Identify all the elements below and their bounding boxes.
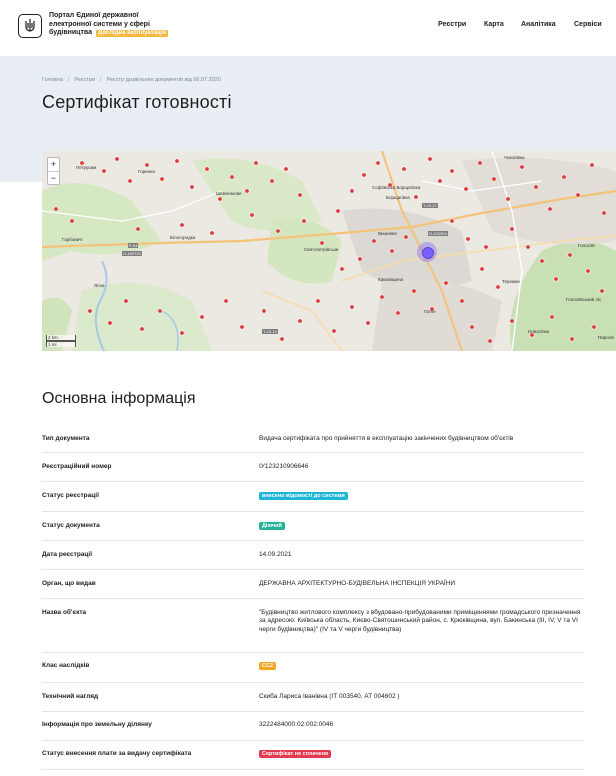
- map-label: Новосілки: [528, 329, 549, 334]
- nav-registries[interactable]: Реєстри: [438, 21, 466, 28]
- row-key: Статус реєстрації: [42, 492, 99, 499]
- row-key: Клас наслідків: [42, 662, 90, 669]
- row-value: Сертифікат не сплачено: [259, 750, 584, 758]
- scale-mi: 1 mi: [46, 341, 76, 347]
- breadcrumb-registries[interactable]: Реєстри: [74, 77, 95, 83]
- table-row: Інформація про земельну ділянку 32224840…: [42, 712, 584, 741]
- row-value: "Будівництво житлового комплексу з вбудо…: [259, 609, 581, 633]
- road-label: Т-10-27: [422, 203, 439, 208]
- map-label: Білогородка: [170, 235, 196, 240]
- row-key: Орган, що видав: [42, 580, 96, 587]
- map-label: Теремки: [502, 279, 520, 284]
- row-value: внесено відомості до системи: [259, 492, 584, 500]
- breadcrumb-home[interactable]: Головна: [42, 77, 63, 83]
- map-label: Вишневе: [378, 231, 397, 236]
- map-label: Чоколівка: [504, 155, 525, 160]
- row-value: Діючий: [259, 522, 584, 530]
- table-row: Технічний нагляд Скиба Лариса Іванівна (…: [42, 683, 584, 712]
- table-row: Статус внесення плати за видачу сертифік…: [42, 741, 584, 770]
- row-key: Дата реєстрації: [42, 551, 93, 558]
- consequence-class-badge: СС2: [259, 662, 277, 670]
- page-title: Сертифікат готовності: [42, 92, 232, 112]
- nav-analytics[interactable]: Аналітика: [521, 21, 556, 28]
- row-value: Видача сертифіката про прийняття в експл…: [259, 435, 514, 442]
- map-label: Горенка: [138, 169, 155, 174]
- map-label: Ясна: [94, 283, 105, 288]
- table-row: Орган, що видав ДЕРЖАВНА АРХІТЕКТУРНО-БУ…: [42, 570, 584, 599]
- table-row: Статус документа Діючий: [42, 512, 584, 541]
- zoom-control: + −: [47, 157, 60, 185]
- map-label: Софіївська Борщагівка: [372, 185, 421, 190]
- map-label: Голосіїв: [578, 243, 595, 248]
- row-value: ІУ123210906646: [259, 463, 309, 470]
- registration-status-badge: внесено відомості до системи: [259, 492, 348, 500]
- map-scale: 2 km 1 mi: [46, 335, 76, 347]
- payment-status-badge: Сертифікат не сплачено: [259, 750, 332, 758]
- table-row: Назва об'єкта "Будівництво житлового ком…: [42, 599, 584, 653]
- row-key: Реєстраційний номер: [42, 463, 112, 470]
- selected-object-marker[interactable]: [417, 242, 437, 262]
- table-row: Клас наслідків СС2: [42, 653, 584, 683]
- table-row: Реєстраційний номер ІУ123210906646: [42, 453, 584, 482]
- zoom-out-button[interactable]: −: [48, 171, 59, 184]
- row-key: Статус документа: [42, 522, 100, 529]
- map-label: Пирогів: [598, 335, 614, 340]
- top-header: Портал Єдиної державної електронної сист…: [0, 0, 616, 56]
- nav-map[interactable]: Карта: [484, 21, 504, 28]
- map-label: Крюківщина: [378, 277, 404, 282]
- road-label: Р-04: [128, 243, 139, 248]
- map-view[interactable]: Петрушки Горенка Шевченкове Білогородка …: [42, 151, 616, 351]
- info-table: Тип документа Видача сертифіката про при…: [42, 424, 584, 770]
- breadcrumb: Головна | Реєстри | Реєстр дозвільних до…: [42, 77, 221, 83]
- map-label: Святопетрівське: [304, 247, 339, 252]
- breadcrumb-current[interactable]: Реєстр дозвільних документів від 06.07.2…: [106, 77, 220, 83]
- table-row: Дата реєстрації 14.09.2021: [42, 541, 584, 570]
- nav-services[interactable]: Сервіси: [574, 21, 602, 28]
- table-row: Тип документа Видача сертифіката про при…: [42, 424, 584, 453]
- map-label: Голосіївський ліс: [566, 297, 602, 302]
- section-title: Основна інформація: [42, 390, 196, 407]
- row-value: СС2: [259, 662, 584, 670]
- beta-badge: Дослідна експлуатація: [95, 30, 168, 38]
- map-label: Гатне: [424, 309, 436, 314]
- breadcrumb-separator: |: [67, 77, 70, 83]
- portal-title[interactable]: Портал Єдиної державної електронної сист…: [49, 12, 169, 38]
- map-label: Шевченкове: [216, 191, 242, 196]
- trident-icon: [25, 19, 35, 32]
- road-label: О-100720: [122, 251, 142, 256]
- breadcrumb-separator: |: [100, 77, 102, 83]
- row-value: 3222484000:02:002:0046: [259, 721, 334, 728]
- map-label: Горбовичі: [62, 237, 83, 242]
- road-label: Т-10-12: [262, 329, 279, 334]
- table-row: Статус реєстрації внесено відомості до с…: [42, 482, 584, 512]
- map-label: Борщагівка: [386, 195, 410, 200]
- document-status-badge: Діючий: [259, 522, 285, 530]
- row-key: Тип документа: [42, 435, 90, 442]
- map-label: Петрушки: [76, 165, 97, 170]
- row-key: Технічний нагляд: [42, 693, 99, 700]
- trident-logo-icon[interactable]: [18, 14, 42, 38]
- row-key: Інформація про земельну ділянку: [42, 721, 152, 728]
- row-key: Назва об'єкта: [42, 609, 87, 616]
- row-value: Скиба Лариса Іванівна (ІТ 003540, АТ 004…: [259, 693, 400, 700]
- zoom-in-button[interactable]: +: [48, 158, 59, 171]
- row-value: 14.09.2021: [259, 551, 292, 558]
- row-value: ДЕРЖАВНА АРХІТЕКТУРНО-БУДІВЕЛЬНА ІНСПЕКЦ…: [259, 580, 456, 587]
- road-label: О-101304: [428, 231, 448, 236]
- row-key: Статус внесення плати за видачу сертифік…: [42, 750, 192, 757]
